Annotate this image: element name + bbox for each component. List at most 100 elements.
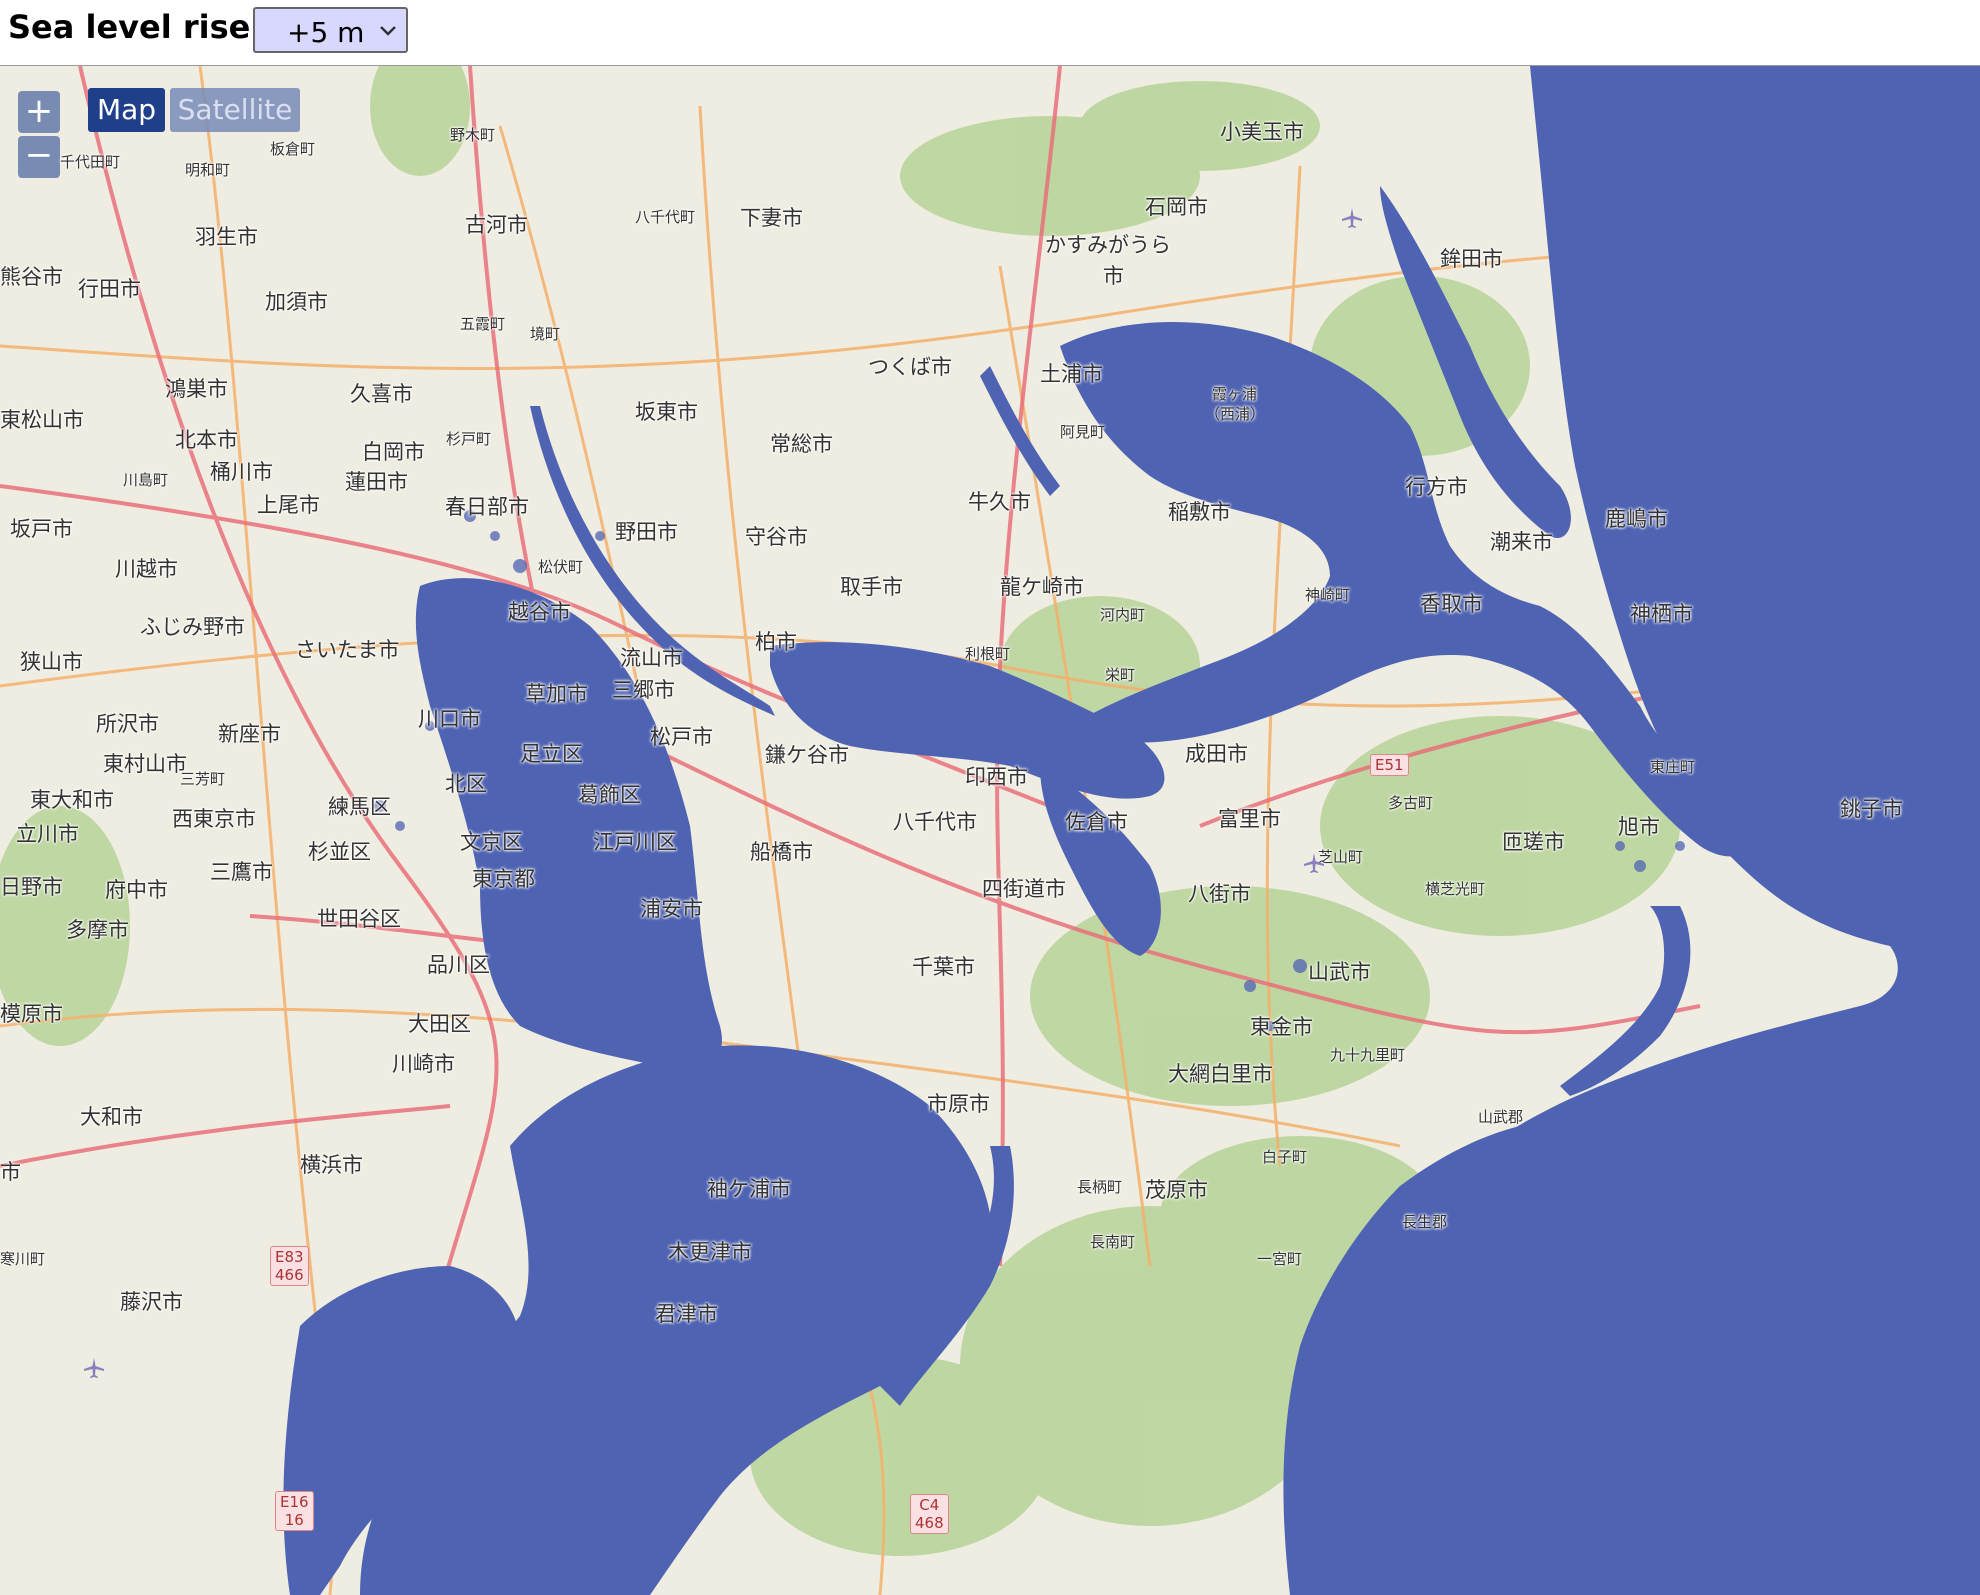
chevron-down-icon bbox=[380, 26, 396, 36]
place-label: 寒川町 bbox=[0, 1250, 46, 1268]
place-label: 越谷市 bbox=[508, 600, 571, 624]
place-label: 市 bbox=[1103, 264, 1124, 288]
place-label: 東村山市 bbox=[103, 752, 187, 776]
place-label: 船橋市 bbox=[750, 840, 813, 864]
place-label: 一宮町 bbox=[1257, 1250, 1303, 1268]
place-label: 市原市 bbox=[927, 1092, 990, 1116]
place-label: 横芝光町 bbox=[1425, 880, 1486, 898]
place-label: 三鷹市 bbox=[210, 860, 273, 884]
sea-level-label: Sea level rise: bbox=[8, 8, 264, 46]
place-label: 文京区 bbox=[460, 830, 523, 854]
place-label: 川崎市 bbox=[392, 1052, 455, 1076]
place-label: 白子町 bbox=[1262, 1148, 1308, 1166]
place-label: 山武郡 bbox=[1478, 1108, 1524, 1126]
place-label: 羽生市 bbox=[195, 225, 258, 249]
place-label: 八千代町 bbox=[635, 208, 696, 226]
place-label: 立川市 bbox=[16, 822, 79, 846]
place-label: 九十九里町 bbox=[1330, 1046, 1406, 1064]
airport-icon bbox=[1304, 853, 1324, 873]
sea-level-select[interactable]: +5 m bbox=[253, 7, 408, 53]
place-label: 多摩市 bbox=[66, 918, 129, 942]
place-label: 佐倉市 bbox=[1065, 810, 1128, 834]
layer-satellite-button[interactable]: Satellite bbox=[170, 88, 300, 132]
place-label: 三郷市 bbox=[612, 678, 675, 702]
place-label: ふじみ野市 bbox=[140, 615, 245, 639]
place-label: 東庄町 bbox=[1650, 758, 1696, 776]
place-label: 草加市 bbox=[525, 682, 588, 706]
place-label: 下妻市 bbox=[740, 206, 803, 230]
place-label: 松戸市 bbox=[650, 725, 713, 749]
place-label: 千代田町 bbox=[60, 153, 121, 171]
road-shield-line: 466 bbox=[275, 1266, 304, 1284]
road-shield-e83: E83 466 bbox=[270, 1246, 309, 1286]
airport-icon bbox=[1342, 208, 1362, 228]
place-label: 印西市 bbox=[965, 765, 1028, 789]
place-label: 川越市 bbox=[115, 557, 178, 581]
place-label: 東金市 bbox=[1250, 1015, 1313, 1039]
zoom-out-button[interactable]: − bbox=[18, 136, 60, 178]
place-label: 川島町 bbox=[123, 471, 169, 489]
place-label: 龍ケ崎市 bbox=[1000, 575, 1084, 599]
place-label: 古河市 bbox=[465, 213, 528, 237]
place-label: 鹿嶋市 bbox=[1605, 507, 1668, 531]
top-bar: Sea level rise: +5 m bbox=[0, 0, 1980, 66]
place-label: 杉並区 bbox=[308, 840, 371, 864]
place-label: 長柄町 bbox=[1077, 1178, 1123, 1196]
place-label: 境町 bbox=[530, 325, 561, 343]
place-label: 行田市 bbox=[78, 277, 141, 301]
layer-map-button[interactable]: Map bbox=[88, 88, 165, 132]
place-label: 鎌ケ谷市 bbox=[765, 743, 849, 767]
road-shield-line: 468 bbox=[915, 1514, 944, 1532]
place-label: 大和市 bbox=[80, 1105, 143, 1129]
place-label: 成田市 bbox=[1185, 742, 1248, 766]
place-label: 北区 bbox=[445, 772, 487, 796]
place-label: 千葉市 bbox=[912, 955, 975, 979]
place-label: 坂戸市 bbox=[10, 517, 73, 541]
place-label: 守谷市 bbox=[745, 525, 808, 549]
place-label: 藤沢市 bbox=[120, 1290, 183, 1314]
road-shield-e16: E16 16 bbox=[275, 1491, 314, 1531]
place-label: 練馬区 bbox=[328, 795, 391, 819]
place-label: 所沢市 bbox=[96, 712, 159, 736]
place-label: 阿見町 bbox=[1060, 423, 1106, 441]
flood-map[interactable]: + − Map Satellite 野木町 千代田町 板倉町 明和町 小美玉市 … bbox=[0, 66, 1980, 1595]
place-label: 大田区 bbox=[408, 1012, 471, 1036]
road-shield-line: 16 bbox=[284, 1511, 304, 1529]
place-label: 鴻巣市 bbox=[165, 377, 228, 401]
place-label: 加須市 bbox=[265, 290, 328, 314]
place-label: 牛久市 bbox=[968, 490, 1031, 514]
place-label: 栄町 bbox=[1105, 666, 1136, 684]
place-label: 香取市 bbox=[1420, 592, 1483, 616]
place-label: 白岡市 bbox=[362, 440, 425, 464]
place-label: かすみがうら bbox=[1045, 233, 1171, 257]
place-label: 君津市 bbox=[655, 1302, 718, 1326]
place-label: 神栖市 bbox=[1630, 602, 1693, 626]
place-label: 江戸川区 bbox=[593, 830, 677, 854]
sea-level-value: +5 m bbox=[287, 16, 365, 49]
place-label: 市 bbox=[0, 1160, 21, 1184]
place-label: 東大和市 bbox=[30, 788, 114, 812]
place-label: 横浜市 bbox=[300, 1153, 363, 1177]
place-label: 鉾田市 bbox=[1440, 247, 1503, 271]
place-label: 河内町 bbox=[1100, 606, 1146, 624]
zoom-in-button[interactable]: + bbox=[18, 91, 60, 133]
place-label: 桶川市 bbox=[210, 460, 273, 484]
place-label: 模原市 bbox=[0, 1002, 63, 1026]
place-label: 明和町 bbox=[185, 161, 231, 179]
place-label: 世田谷区 bbox=[317, 907, 401, 931]
road-shield-line: E16 bbox=[280, 1493, 309, 1511]
place-label: 東松山市 bbox=[0, 408, 84, 432]
place-label: 木更津市 bbox=[668, 1240, 752, 1264]
place-label: 八千代市 bbox=[893, 810, 977, 834]
place-label: 大網白里市 bbox=[1168, 1062, 1273, 1086]
place-label: 稲敷市 bbox=[1168, 500, 1231, 524]
place-label: 北本市 bbox=[175, 428, 238, 452]
place-label: 小美玉市 bbox=[1220, 120, 1304, 144]
place-label: 八街市 bbox=[1188, 882, 1251, 906]
place-label: 五霞町 bbox=[460, 315, 506, 333]
place-label: 久喜市 bbox=[350, 382, 413, 406]
road-shield-line: E83 bbox=[275, 1248, 304, 1266]
place-label: 杉戸町 bbox=[446, 430, 492, 448]
place-label: 松伏町 bbox=[538, 558, 584, 576]
place-label: 上尾市 bbox=[257, 493, 320, 517]
